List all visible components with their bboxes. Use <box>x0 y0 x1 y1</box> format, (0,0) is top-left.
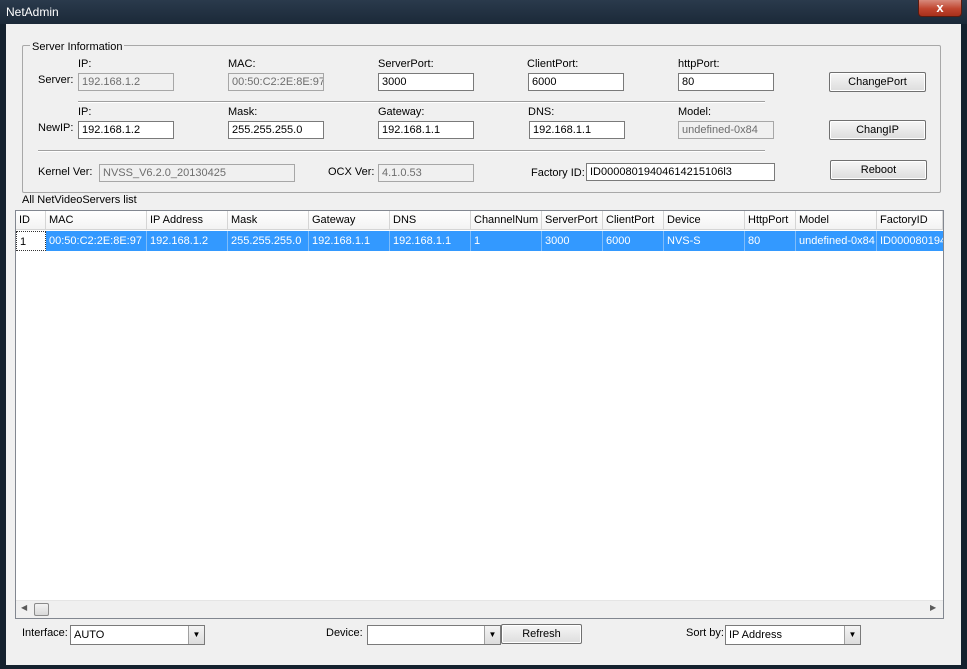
scrollbar-thumb[interactable] <box>34 603 49 616</box>
interface-label: Interface: <box>22 627 68 639</box>
interface-select[interactable]: AUTO ▼ <box>70 625 205 645</box>
sort-by-label: Sort by: <box>686 627 724 639</box>
new-ip-field[interactable]: 192.168.1.2 <box>78 121 174 139</box>
server-port-field[interactable]: 3000 <box>378 73 474 91</box>
table-cell: 192.168.1.2 <box>147 231 228 251</box>
gateway-field[interactable]: 192.168.1.1 <box>378 121 474 139</box>
column-header-ip-address[interactable]: IP Address <box>147 211 228 230</box>
chevron-down-icon[interactable]: ▼ <box>484 626 500 644</box>
model-label: Model: <box>678 106 712 118</box>
table-cell: undefined-0x84 <box>796 231 877 251</box>
ip-label: IP: <box>78 58 92 70</box>
table-cell: ID000080194 <box>880 235 943 247</box>
client-port-label: ClientPort: <box>527 58 579 70</box>
separator <box>38 150 765 152</box>
http-port-label: httpPort: <box>678 58 720 70</box>
scroll-right-icon[interactable]: ▶ <box>930 603 936 612</box>
column-header-id[interactable]: ID <box>16 211 46 230</box>
table-cell: 00:50:C2:2E:8E:97 <box>46 231 147 251</box>
ocx-ver-field: 4.1.0.53 <box>378 164 474 182</box>
server-mac-field: 00:50:C2:2E:8E:97 <box>228 73 324 91</box>
table-cell: 3000 <box>542 231 603 251</box>
client-port-field[interactable]: 6000 <box>528 73 624 91</box>
interface-value: AUTO <box>74 629 105 641</box>
column-header-httpport[interactable]: HttpPort <box>745 211 796 230</box>
server-ip-field: 192.168.1.2 <box>78 73 174 91</box>
sort-by-value: IP Address <box>729 629 782 641</box>
column-header-serverport[interactable]: ServerPort <box>542 211 603 230</box>
change-ip-button[interactable]: ChangIP <box>829 120 926 140</box>
mask-field[interactable]: 255.255.255.0 <box>228 121 324 139</box>
server-label: Server: <box>38 74 74 86</box>
dialog-body: Server Information IP: MAC: ServerPort: … <box>6 24 961 665</box>
factory-id-field[interactable]: ID00008019404614215106l3 <box>586 163 775 181</box>
dns-label: DNS: <box>528 106 555 118</box>
table-cell: 80 <box>745 231 796 251</box>
table-cell: 1 <box>16 231 46 251</box>
factory-id-label: Factory ID: <box>531 167 585 179</box>
close-button[interactable]: x <box>918 0 962 17</box>
sort-by-select[interactable]: IP Address ▼ <box>725 625 861 645</box>
column-header-dns[interactable]: DNS <box>390 211 471 230</box>
scroll-left-icon[interactable]: ◀ <box>21 603 27 612</box>
mask-label: Mask: <box>228 106 258 118</box>
table-cell: 255.255.255.0 <box>228 231 309 251</box>
new-ip-label: IP: <box>78 106 92 118</box>
column-header-clientport[interactable]: ClientPort <box>603 211 664 230</box>
kernel-ver-field: NVSS_V6.2.0_20130425 <box>99 164 295 182</box>
close-icon: x <box>936 0 944 15</box>
dns-field[interactable]: 192.168.1.1 <box>529 121 625 139</box>
table-cell: NVS-S <box>664 231 745 251</box>
table-row[interactable]: 1 00:50:C2:2E:8E:97 192.168.1.2 255.255.… <box>16 231 943 251</box>
group-title: Server Information <box>30 41 125 53</box>
column-header-mac[interactable]: MAC <box>46 211 147 230</box>
column-header-mask[interactable]: Mask <box>228 211 309 230</box>
chevron-down-icon[interactable]: ▼ <box>188 626 204 644</box>
mac-label: MAC: <box>228 58 256 70</box>
column-header-gateway[interactable]: Gateway <box>309 211 390 230</box>
change-port-button[interactable]: ChangePort <box>829 72 926 92</box>
title-bar: NetAdmin x <box>0 0 967 24</box>
column-header-model[interactable]: Model <box>796 211 877 230</box>
separator <box>78 101 765 103</box>
horizontal-scrollbar[interactable]: ◀ ▶ <box>16 600 943 618</box>
window-title: NetAdmin <box>6 5 59 19</box>
refresh-button[interactable]: Refresh <box>501 624 582 644</box>
table-cell: 192.168.1.1 <box>309 231 390 251</box>
model-field: undefined-0x84 <box>678 121 774 139</box>
newip-label: NewIP: <box>38 122 74 134</box>
server-port-label: ServerPort: <box>378 58 434 70</box>
table-cell: 1 <box>471 231 542 251</box>
list-caption: All NetVideoServers list <box>22 194 137 206</box>
http-port-field[interactable]: 80 <box>678 73 774 91</box>
table-cell: 192.168.1.1 <box>390 231 471 251</box>
reboot-button[interactable]: Reboot <box>830 160 927 180</box>
server-list[interactable]: ID MAC IP Address Mask Gateway DNS Chann… <box>15 210 944 619</box>
device-select[interactable]: ▼ <box>367 625 501 645</box>
column-header-factoryid[interactable]: FactoryID <box>877 211 943 230</box>
chevron-down-icon[interactable]: ▼ <box>844 626 860 644</box>
gateway-label: Gateway: <box>378 106 425 118</box>
kernel-ver-label: Kernel Ver: <box>38 166 93 178</box>
ocx-ver-label: OCX Ver: <box>328 166 375 178</box>
device-label: Device: <box>326 627 363 639</box>
table-cell: 6000 <box>603 231 664 251</box>
column-header-channelnum[interactable]: ChannelNum <box>471 211 542 230</box>
column-header-device[interactable]: Device <box>664 211 745 230</box>
